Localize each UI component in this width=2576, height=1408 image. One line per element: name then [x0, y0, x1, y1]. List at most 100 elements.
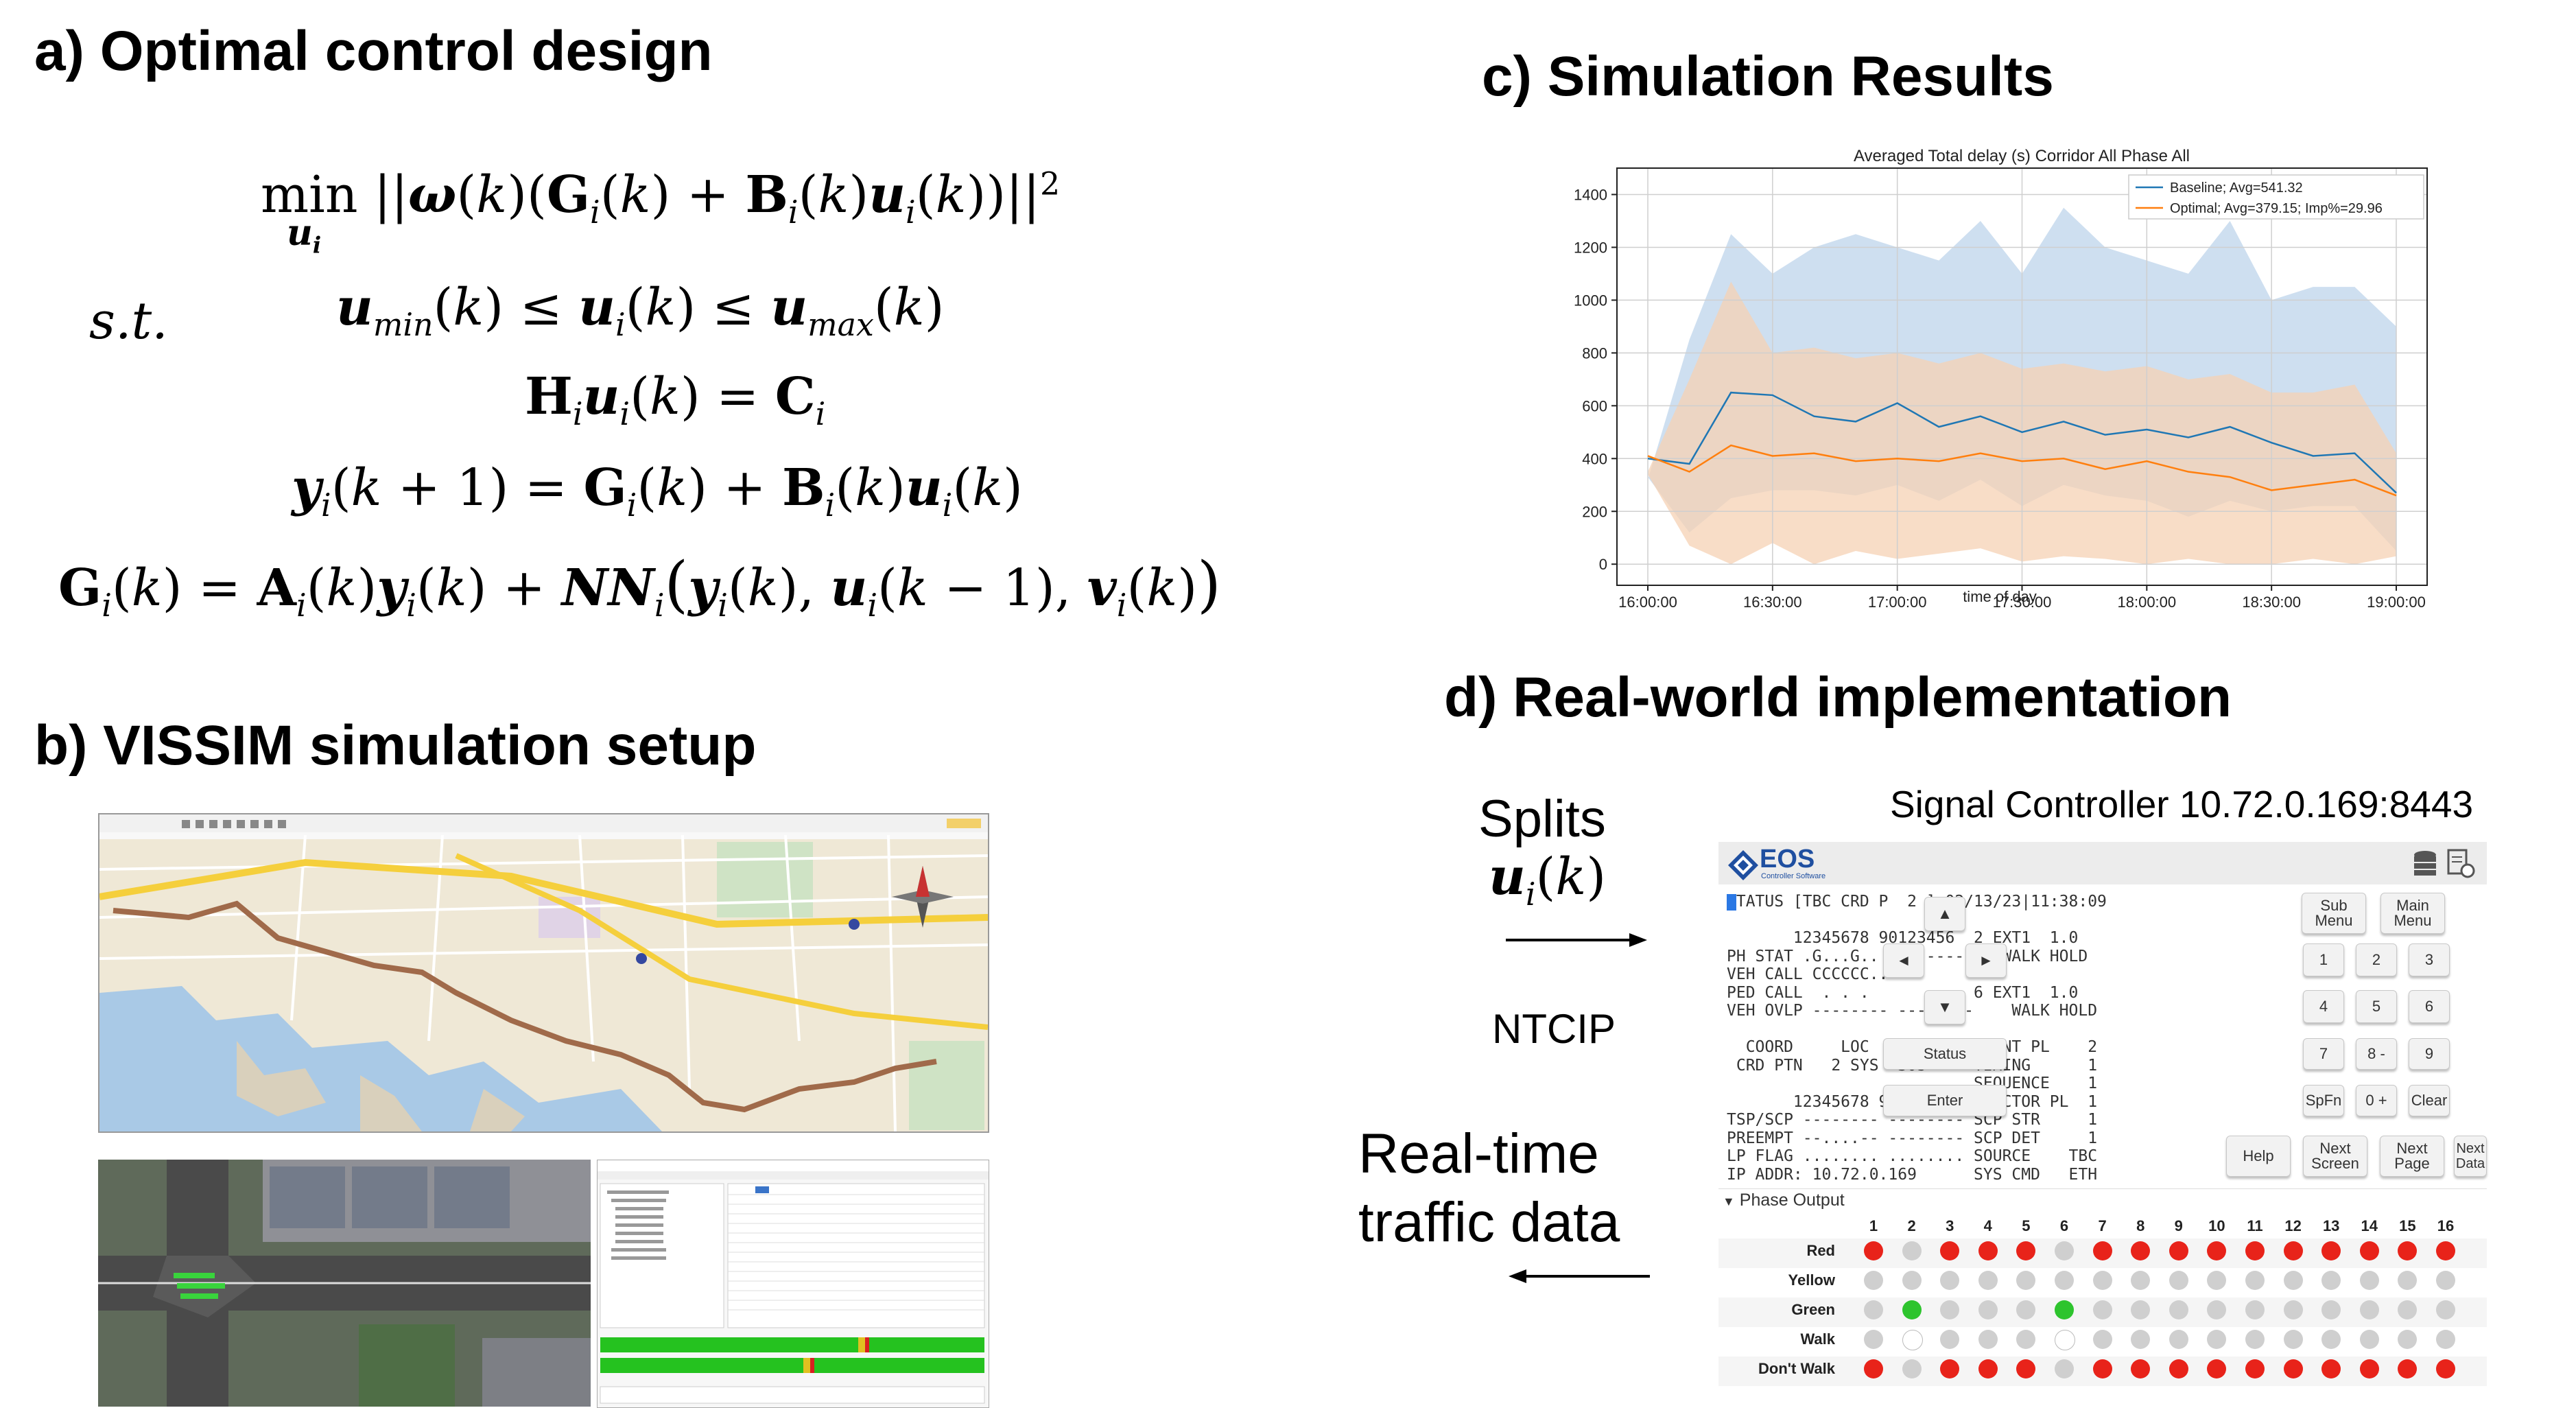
key-4[interactable]: 4	[2303, 990, 2344, 1023]
phase-indicator-light	[1902, 1300, 1922, 1319]
terminal-line: STATUS [TBC CRD P 2 ] 02/13/23|11:38:09	[1727, 893, 2107, 911]
phase-indicator-light	[2398, 1330, 2417, 1349]
phase-indicator-light	[1978, 1359, 1998, 1378]
terminal-line	[1727, 1020, 2107, 1039]
phase-indicator-light	[2131, 1271, 2150, 1290]
x-tick-label: 18:00:00	[2118, 594, 2177, 611]
phase-indicator-light	[2169, 1300, 2188, 1319]
database-icon[interactable]	[2413, 850, 2437, 878]
key-2[interactable]: 2	[2356, 943, 2397, 976]
phase-number: 5	[2012, 1217, 2040, 1235]
help-button[interactable]: Help	[2226, 1136, 2291, 1177]
phase-indicator-light	[2284, 1330, 2303, 1349]
phase-row-label: Walk	[1718, 1330, 1835, 1348]
delay-chart: 0200400600800100012001400 16:00:0016:30:…	[1540, 141, 2456, 614]
phase-row-label: Yellow	[1718, 1271, 1835, 1289]
legend-baseline-label: Baseline; Avg=541.32	[2170, 180, 2303, 196]
vissim-network-map	[98, 813, 989, 1133]
key-5[interactable]: 5	[2356, 990, 2397, 1023]
phase-indicator-light	[2169, 1241, 2188, 1260]
y-tick-label: 800	[1582, 344, 1607, 362]
phase-indicator-light	[1978, 1271, 1998, 1290]
chart-title: Averaged Total delay (s) Corridor All Ph…	[1854, 147, 2190, 165]
phase-number: 10	[2203, 1217, 2230, 1235]
phase-indicator-light	[2093, 1359, 2112, 1378]
phase-indicator-light	[1864, 1330, 1883, 1349]
phase-indicator-light	[2131, 1330, 2150, 1349]
phase-indicator-light	[2169, 1271, 2188, 1290]
next-screen-button[interactable]: Next Screen	[2303, 1136, 2367, 1177]
key-0-plus[interactable]: 0 +	[2356, 1085, 2397, 1116]
right-arrow-button[interactable]: ►	[1965, 943, 2007, 978]
phase-number: 2	[1898, 1217, 1926, 1235]
key-7[interactable]: 7	[2303, 1038, 2344, 1070]
phase-indicator-light	[1864, 1300, 1883, 1319]
key-1[interactable]: 1	[2303, 943, 2344, 976]
spfn-button[interactable]: SpFn	[2303, 1085, 2344, 1116]
clear-button[interactable]: Clear	[2409, 1085, 2450, 1116]
arrow-to-controller	[1506, 930, 1650, 950]
splits-label: Splits	[1478, 789, 1606, 849]
phase-indicator-light	[2360, 1271, 2379, 1290]
arrow-from-controller	[1506, 1266, 1650, 1287]
left-arrow-button[interactable]: ◄	[1883, 943, 1924, 978]
key-9[interactable]: 9	[2409, 1038, 2450, 1070]
phase-indicator-light	[2055, 1359, 2074, 1378]
phase-indicator-light	[2436, 1330, 2455, 1349]
key-8-minus[interactable]: 8 -	[2356, 1038, 2397, 1070]
phase-indicator-light	[1940, 1241, 1959, 1260]
phase-indicator-light	[2360, 1330, 2379, 1349]
phase-indicator-light	[2245, 1359, 2265, 1378]
key-6[interactable]: 6	[2409, 990, 2450, 1023]
vissim-intersection-aerial	[98, 1160, 591, 1407]
phase-number: 15	[2394, 1217, 2421, 1235]
phase-number: 4	[1974, 1217, 2002, 1235]
phase-indicator-light	[2245, 1330, 2265, 1349]
sub-menu-button[interactable]: Sub Menu	[2302, 893, 2366, 934]
chart-xlabel: time of day	[1963, 588, 2037, 605]
phase-indicator-light	[2321, 1271, 2341, 1290]
phase-output-toggle[interactable]: ▼ Phase Output	[1723, 1190, 1845, 1210]
phase-indicator-light	[2093, 1271, 2112, 1290]
eos-logo-subtext: Controller Software	[1761, 872, 1825, 880]
phase-indicator-light	[2055, 1271, 2074, 1290]
next-page-button[interactable]: Next Page	[2380, 1136, 2444, 1177]
phase-indicator-light	[2398, 1271, 2417, 1290]
phase-number: 6	[2051, 1217, 2078, 1235]
phase-indicator-light	[1978, 1300, 1998, 1319]
phase-indicator-light	[2207, 1271, 2226, 1290]
phase-indicator-light	[2284, 1359, 2303, 1378]
status-button[interactable]: Status	[1883, 1038, 2007, 1070]
phase-indicator-light	[2093, 1300, 2112, 1319]
next-data-button[interactable]: Next Data	[2454, 1136, 2487, 1177]
eos-logo-text: EOS	[1760, 845, 1815, 874]
phase-output-label: Phase Output	[1740, 1190, 1845, 1210]
eos-logo	[1727, 849, 1760, 882]
phase-indicator-light	[2131, 1241, 2150, 1260]
phase-indicator-light	[2284, 1241, 2303, 1260]
phase-indicator-light	[1902, 1241, 1922, 1260]
phase-grid: 12345678910111213141516RedYellowGreenWal…	[1718, 1216, 2487, 1392]
settings-document-icon[interactable]	[2446, 849, 2476, 879]
phase-indicator-light	[1940, 1271, 1959, 1290]
phase-number: 1	[1860, 1217, 1887, 1235]
y-tick-label: 400	[1582, 450, 1607, 467]
phase-indicator-light	[2436, 1300, 2455, 1319]
heading-optimal-control: a) Optimal control design	[34, 19, 713, 84]
splits-variable: ui(k)	[1489, 847, 1606, 913]
down-arrow-button[interactable]: ▼	[1924, 990, 1965, 1024]
phase-indicator-light	[1864, 1359, 1883, 1378]
up-arrow-button[interactable]: ▲	[1924, 897, 1965, 931]
enter-button[interactable]: Enter	[1883, 1085, 2007, 1116]
main-menu-button[interactable]: Main Menu	[2380, 893, 2445, 934]
phase-indicator-light	[2093, 1330, 2112, 1349]
realtime-label-line1: Real-time	[1358, 1122, 1599, 1186]
phase-indicator-light	[2436, 1241, 2455, 1260]
y-tick-label: 0	[1599, 556, 1607, 573]
phase-indicator-light	[2131, 1300, 2150, 1319]
phase-indicator-light	[2207, 1330, 2226, 1349]
phase-number: 11	[2241, 1217, 2269, 1235]
phase-indicator-light	[2016, 1271, 2035, 1290]
key-3[interactable]: 3	[2409, 943, 2450, 976]
phase-indicator-light	[1902, 1330, 1923, 1350]
